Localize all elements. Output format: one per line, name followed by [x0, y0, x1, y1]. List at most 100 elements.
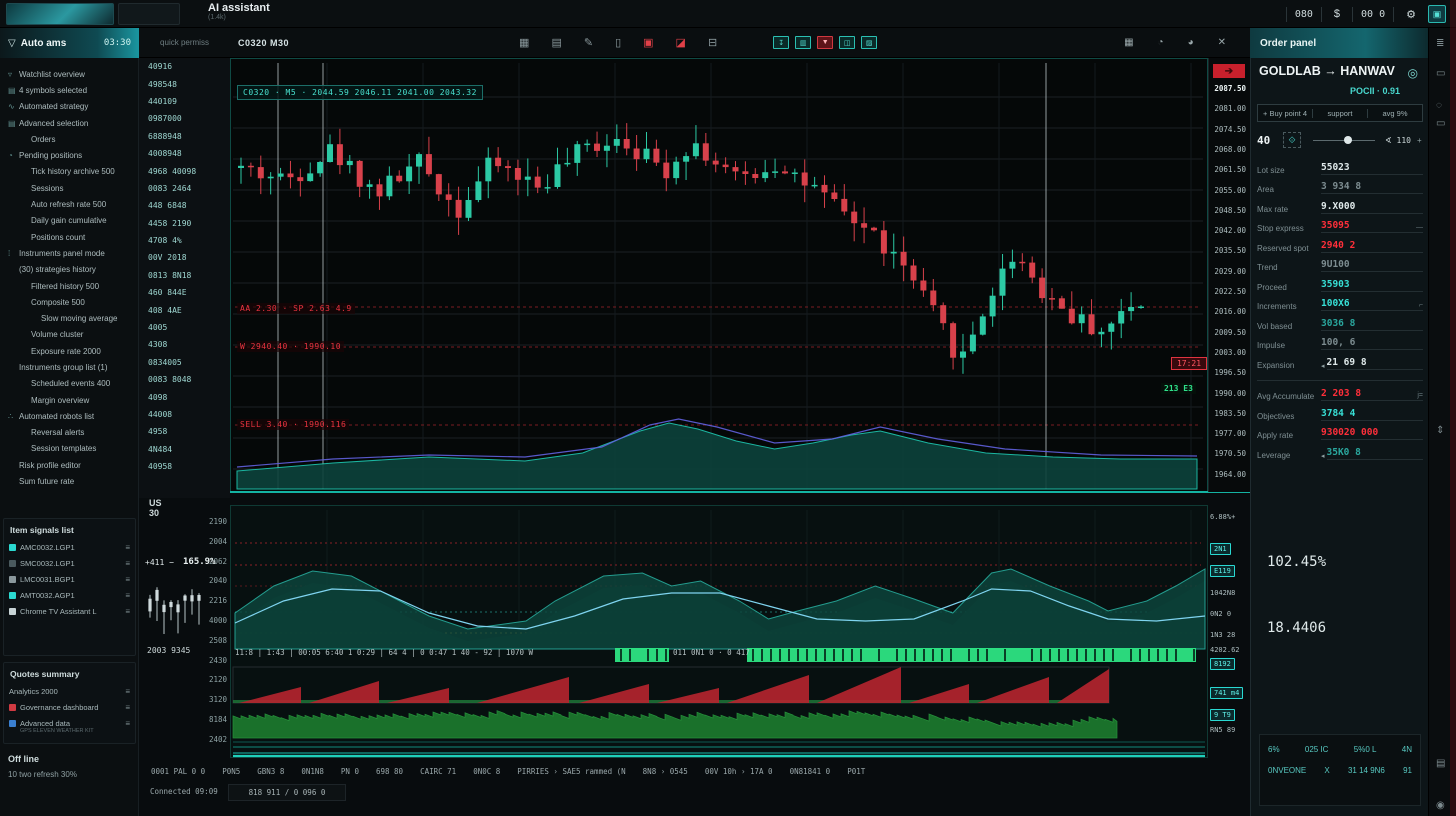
sidebar-item[interactable]: Session templates	[0, 441, 139, 457]
status-bar-item[interactable]: 0N1N8	[301, 767, 324, 776]
sidebar-item[interactable]: ⁞Instruments panel mode	[0, 245, 139, 261]
order-type-segment-2[interactable]: support	[1312, 109, 1367, 118]
corner-app-icon[interactable]: ▣	[1428, 5, 1446, 23]
sidebar-item[interactable]: Sum future rate	[0, 473, 139, 489]
status-bar-item[interactable]: 698 80	[376, 767, 403, 776]
object-box-icon[interactable]: ▯	[615, 36, 621, 49]
sidebar-item[interactable]: Positions count	[0, 229, 139, 245]
watch-price-row[interactable]: 408 4AE	[139, 301, 230, 318]
status-bar-item[interactable]: P01T	[847, 767, 865, 776]
volume-mode-icon[interactable]: ⟐	[1283, 132, 1301, 148]
order-field-input[interactable]: 930020 000	[1321, 427, 1423, 440]
sidebar-item[interactable]: Composite 500	[0, 294, 139, 310]
chart-quick-button-3[interactable]: ▼	[817, 36, 833, 49]
item-menu-icon[interactable]: ≡	[125, 719, 130, 728]
sidebar-item[interactable]: Instruments group list (1)	[0, 359, 139, 375]
ghost-icon[interactable]: ◌	[1436, 100, 1442, 111]
order-field-input[interactable]: 3 934 8	[1321, 181, 1423, 194]
item-menu-icon[interactable]: ≡	[125, 559, 130, 568]
secondary-thumbnail[interactable]	[118, 3, 180, 25]
order-field-input[interactable]: 55023	[1321, 162, 1423, 175]
watch-price-row[interactable]: 40958	[139, 458, 230, 475]
volume-value[interactable]: 40	[1257, 134, 1283, 147]
record-icon[interactable]: ◉	[1436, 800, 1445, 811]
chart-quick-button-2[interactable]: ▥	[795, 36, 811, 49]
item-menu-icon[interactable]: ≡	[125, 687, 130, 696]
order-field-input[interactable]: 35903	[1321, 279, 1423, 292]
main-chart-region[interactable]: C0320 · M5 · 2044.59 2046.11 2041.00 204…	[230, 58, 1208, 492]
order-type-segment-3[interactable]: avg 9%	[1367, 109, 1422, 118]
watch-price-row[interactable]: 4308	[139, 336, 230, 353]
chart-quick-button-1[interactable]: ↧	[773, 36, 789, 49]
order-field-input[interactable]: 100X6⌐	[1321, 298, 1423, 311]
order-type-segment-1[interactable]: + Buy point 4	[1258, 109, 1312, 118]
watch-price-row[interactable]: 4098	[139, 388, 230, 405]
orders-counter[interactable]: 00 0	[1352, 7, 1394, 22]
item-menu-icon[interactable]: ≡	[125, 591, 130, 600]
watch-price-row[interactable]: 44008	[139, 406, 230, 423]
status-bar-item[interactable]: 0N0C 8	[473, 767, 500, 776]
sidebar-item[interactable]: Scheduled events 400	[0, 376, 139, 392]
order-field-input[interactable]: 9U100	[1321, 259, 1423, 272]
watch-price-row[interactable]: 00V 2018	[139, 249, 230, 266]
watch-price-row[interactable]: 0987000	[139, 110, 230, 127]
price-scale[interactable]: ➔ 2087.502081.002074.502068.002061.50205…	[1208, 58, 1250, 492]
watch-price-row[interactable]: 4008948	[139, 145, 230, 162]
restore-icon[interactable]: ◔	[1158, 37, 1164, 48]
sidebar-item[interactable]: Auto refresh rate 500	[0, 196, 139, 212]
sidebar-item[interactable]: Tick history archive 500	[0, 164, 139, 180]
layout-grid-icon[interactable]: ▦	[519, 36, 529, 49]
watch-price-row[interactable]: 4N484	[139, 441, 230, 458]
status-bar-item[interactable]: PN 0	[341, 767, 359, 776]
settings-gear-icon[interactable]: ⚙	[1406, 8, 1416, 21]
item-menu-icon[interactable]: ≡	[125, 543, 130, 552]
volume-plus-button[interactable]: +	[1417, 136, 1422, 145]
market-watch-header[interactable]: ▽ Auto ams 03:30	[0, 28, 139, 58]
field-stepper-icon[interactable]: ◂	[1321, 452, 1325, 460]
stop-icon[interactable]: ◪	[676, 36, 686, 49]
watch-price-row[interactable]: 498548	[139, 75, 230, 92]
panel-list-item[interactable]: Governance dashboard≡	[4, 699, 135, 715]
chart-quick-button-5[interactable]: ▨	[861, 36, 877, 49]
order-field-input[interactable]: 9.X000	[1321, 201, 1423, 214]
alert-icon[interactable]: ▣	[643, 36, 653, 49]
sidebar-item[interactable]: Risk profile editor	[0, 457, 139, 473]
panel-list-item[interactable]: Analytics 2000≡	[4, 683, 135, 699]
mini-quote-widget[interactable]: US 30 +411 − 165.9% 2003 9345	[139, 498, 205, 760]
watch-price-row[interactable]: 0083 8048	[139, 371, 230, 388]
sidebar-item[interactable]: ▤Advanced selection	[0, 115, 139, 131]
panel-list-item[interactable]: SMC0032.LGP1≡	[4, 555, 135, 571]
panel-list-item[interactable]: LMC0031.BGP1≡	[4, 571, 135, 587]
sidebar-item[interactable]: Margin overview	[0, 392, 139, 408]
order-field-input[interactable]: 3036 8	[1321, 318, 1423, 331]
order-field-input[interactable]: 2940 2	[1321, 240, 1423, 253]
watch-price-row[interactable]: 460 844E	[139, 284, 230, 301]
notification-counter[interactable]: 080	[1286, 7, 1322, 22]
status-bar-item[interactable]: P0N5	[222, 767, 240, 776]
panel-icon[interactable]: ▭	[1436, 118, 1445, 129]
watch-price-row[interactable]: 4968 40098	[139, 162, 230, 179]
panel-list-item[interactable]: AMT0032.AGP1≡	[4, 587, 135, 603]
status-bar-item[interactable]: 00V 10h › 17A 0	[705, 767, 773, 776]
dollar-icon[interactable]: $	[1334, 8, 1340, 20]
symbol-info-icon[interactable]: ◎	[1408, 66, 1418, 80]
watch-price-row[interactable]: 40916	[139, 58, 230, 75]
watch-price-row[interactable]: 4958	[139, 423, 230, 440]
field-stepper-icon[interactable]: ◂	[1321, 362, 1325, 370]
order-field-input[interactable]: 35K0 8	[1327, 447, 1423, 460]
order-field-input[interactable]: 100, 6	[1321, 337, 1423, 350]
layers-icon[interactable]: ≣	[1436, 38, 1444, 49]
sidebar-item[interactable]: ∴Automated robots list	[0, 408, 139, 424]
watch-price-row[interactable]: 4458 2190	[139, 215, 230, 232]
order-panel-header[interactable]: Order panel	[1250, 28, 1428, 58]
watch-price-row[interactable]: 0813 8N18	[139, 267, 230, 284]
sidebar-item[interactable]: ▿Watchlist overview	[0, 66, 139, 82]
watch-price-row[interactable]: 6888948	[139, 128, 230, 145]
sidebar-item[interactable]: Sessions	[0, 180, 139, 196]
pages-icon[interactable]: ▤	[1436, 758, 1445, 769]
watch-price-row[interactable]: 0834005	[139, 354, 230, 371]
close-icon[interactable]: ✕	[1218, 37, 1226, 48]
item-menu-icon[interactable]: ≡	[125, 575, 130, 584]
draw-pencil-icon[interactable]: ✎	[584, 36, 593, 49]
logo-thumbnail[interactable]	[6, 3, 114, 25]
